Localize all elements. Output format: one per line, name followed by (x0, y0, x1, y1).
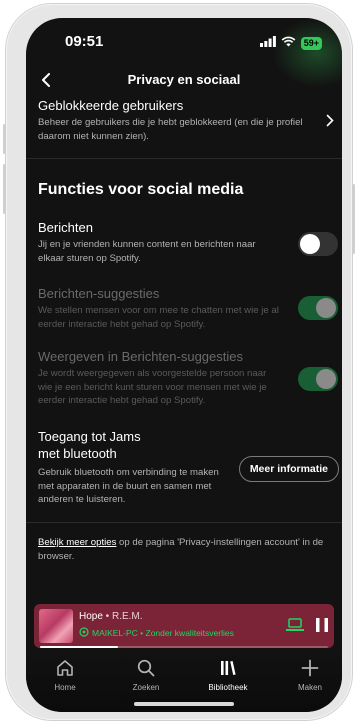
phone-side-button (3, 124, 6, 154)
setting-row-weergeven: Weergeven in Berichten-suggesties Je wor… (38, 349, 282, 408)
divider (26, 522, 342, 523)
jams-row: Toegang tot Jams met bluetooth Gebruik b… (38, 428, 222, 507)
setting-description: Jij en je vrienden kunnen content en ber… (38, 239, 256, 264)
battery-indicator: 59+ (300, 36, 322, 50)
album-art (39, 609, 73, 643)
toggle-knob (316, 298, 336, 318)
page-title: Privacy en sociaal (127, 72, 241, 87)
more-options-link[interactable]: Bekijk meer opties (38, 537, 116, 548)
setting-row-berichten-suggesties: Berichten-suggesties We stellen mensen v… (38, 286, 282, 331)
track-info: Hope • R.E.M. (79, 611, 143, 622)
divider (26, 158, 342, 159)
berichten-toggle[interactable] (298, 232, 338, 256)
berichten-suggesties-toggle[interactable] (298, 296, 338, 320)
jams-description: Gebruik bluetooth om verbinding te maken… (38, 467, 219, 505)
phone-side-button (352, 184, 355, 254)
speaker-icon (79, 627, 89, 639)
track-artist: R.E.M. (111, 611, 143, 622)
setting-title: Berichten (38, 220, 93, 235)
nav-bar: Privacy en sociaal (26, 66, 342, 92)
status-bar: 09:51 59+ (26, 18, 342, 62)
mini-player[interactable]: Hope • R.E.M. MAIKEL-PC • Zonder kwalite… (34, 604, 334, 648)
section-heading: Functies voor social media (38, 181, 244, 198)
setting-title: Berichten-suggesties (38, 286, 160, 301)
setting-title: Weergeven in Berichten-suggesties (38, 349, 243, 364)
setting-row-berichten: Berichten Jij en je vrienden kunnen cont… (38, 220, 282, 265)
setting-description: Je wordt weergegeven als voorgestelde pe… (38, 368, 267, 406)
setting-description: We stellen mensen voor om mee te chatten… (38, 305, 279, 330)
playback-progress (40, 646, 328, 648)
blocked-users-title: Geblokkeerde gebruikers (38, 98, 184, 113)
blocked-users-row[interactable]: Geblokkeerde gebruikers Beheer de gebrui… (38, 98, 312, 143)
signal-icon (259, 34, 276, 52)
tab-home[interactable]: Home (35, 658, 95, 692)
chevron-right-icon (326, 114, 334, 132)
track-title: Hope (79, 611, 103, 622)
pause-icon (316, 618, 328, 632)
blocked-users-description: Beheer de gebruikers die je hebt geblokk… (38, 117, 303, 142)
phone-frame: 09:51 59+ Privacy en sociaal Geblokkeerd… (3, 4, 355, 720)
tab-label: Zoeken (132, 683, 160, 692)
search-icon (137, 659, 155, 677)
device-name: MAIKEL-PC • Zonder kwaliteitsverlies (92, 628, 234, 638)
phone-side-button (3, 164, 6, 214)
tab-label: Maken (297, 683, 322, 692)
home-icon (57, 660, 73, 676)
wifi-icon (281, 34, 296, 52)
library-icon (221, 661, 236, 675)
devices-button[interactable] (286, 618, 304, 637)
track-separator: • (102, 611, 112, 622)
home-indicator (134, 702, 234, 706)
footer-text: Bekijk meer opties op de pagina 'Privacy… (38, 536, 330, 564)
tab-search[interactable]: Zoeken (116, 658, 176, 692)
app-screen: 09:51 59+ Privacy en sociaal Geblokkeerd… (26, 18, 342, 712)
status-time: 09:51 (65, 33, 104, 50)
tab-label: Home (54, 683, 76, 692)
toggle-knob (316, 369, 336, 389)
jams-title-line1: Toegang tot Jams (38, 429, 141, 444)
weergeven-toggle[interactable] (298, 367, 338, 391)
tab-library[interactable]: Bibliotheek (198, 658, 258, 692)
toggle-knob (300, 234, 320, 254)
playback-progress-fill (40, 646, 118, 648)
tab-label: Bibliotheek (208, 683, 248, 692)
jams-title-line2: met bluetooth (38, 446, 117, 461)
meer-informatie-button[interactable]: Meer informatie (238, 456, 339, 482)
status-icons: 59+ (259, 34, 322, 52)
tab-create[interactable]: Maken (280, 658, 340, 692)
laptop-icon (286, 618, 304, 631)
device-info: MAIKEL-PC • Zonder kwaliteitsverlies (79, 627, 234, 639)
pause-button[interactable] (315, 617, 329, 638)
tab-bar: Home Zoeken Bibliotheek Maken (26, 650, 342, 712)
plus-icon (301, 659, 319, 677)
